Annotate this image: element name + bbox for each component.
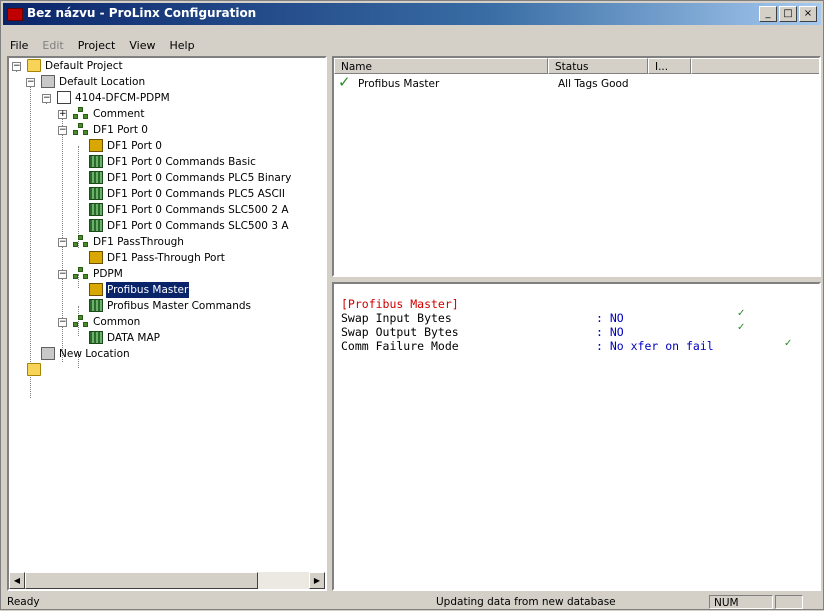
folder-icon xyxy=(27,363,41,376)
network-icon xyxy=(73,235,89,248)
collapse-icon[interactable]: − xyxy=(58,126,67,135)
window-controls: _ □ × xyxy=(759,6,817,22)
valid-check-icon: ✓ xyxy=(737,322,746,333)
menu-file[interactable]: File xyxy=(3,37,35,55)
status-panel xyxy=(775,595,803,609)
collapse-icon[interactable]: − xyxy=(58,238,67,247)
app-icon xyxy=(7,8,23,21)
title-bar[interactable]: Bez názvu - ProLinx Configuration _ □ × xyxy=(3,3,821,25)
tree-line xyxy=(30,82,31,398)
port-icon xyxy=(89,251,103,264)
scroll-right-icon[interactable]: ▶ xyxy=(309,572,325,589)
folder-icon xyxy=(27,59,41,72)
collapse-icon[interactable]: − xyxy=(26,78,35,87)
valid-check-icon: ✓ xyxy=(737,308,746,319)
grid-icon xyxy=(89,203,103,216)
tree-item-label: Default Location xyxy=(59,76,146,88)
list-header: Name Status I... xyxy=(334,58,819,74)
config-editor[interactable]: [Profibus Master] Swap Input Bytes : NO … xyxy=(332,282,821,591)
grid-icon xyxy=(89,331,103,344)
grid-icon xyxy=(89,155,103,168)
grid-icon xyxy=(89,187,103,200)
column-header-status[interactable]: Status xyxy=(548,58,648,74)
status-num: NUM xyxy=(709,595,773,609)
config-key: Swap Input Bytes xyxy=(341,311,452,325)
column-header-name[interactable]: Name xyxy=(334,58,548,74)
port-icon xyxy=(89,139,103,152)
menu-view[interactable]: View xyxy=(122,37,162,55)
column-header-filler xyxy=(691,58,819,74)
network-icon xyxy=(73,315,89,328)
collapse-icon[interactable]: − xyxy=(58,270,67,279)
status-list[interactable]: Name Status I... ✓ Profibus Master All T… xyxy=(332,56,821,277)
network-icon xyxy=(73,123,89,136)
config-key: Comm Failure Mode xyxy=(341,339,459,353)
tree-item-label: DF1 Port 0 Commands SLC500 2 A xyxy=(107,204,289,216)
folder-gear-icon xyxy=(41,75,55,88)
tree-item-label: Profibus Master xyxy=(104,281,191,299)
grid-icon xyxy=(89,219,103,232)
folder-gear-icon xyxy=(41,347,55,360)
minimize-button[interactable]: _ xyxy=(759,6,777,22)
collapse-icon[interactable]: − xyxy=(42,94,51,103)
tree-item-label: DF1 Port 0 Commands PLC5 Binary xyxy=(107,172,292,184)
row-status: All Tags Good xyxy=(558,78,629,90)
tree-item-label: DF1 Port 0 Commands PLC5 ASCII xyxy=(107,188,285,200)
app-window: Bez názvu - ProLinx Configuration _ □ × … xyxy=(0,0,824,610)
network-icon xyxy=(73,267,89,280)
menu-edit[interactable]: Edit xyxy=(35,37,70,55)
status-bar: Ready Updating data from new database NU… xyxy=(3,595,821,611)
tree-item-label: DF1 Port 0 xyxy=(107,140,162,152)
tree-item-label: DATA MAP xyxy=(107,332,160,344)
tree-item-label: DF1 PassThrough xyxy=(93,236,184,248)
tree-item-label: DF1 Port 0 Commands SLC500 3 A xyxy=(107,220,289,232)
menu-bar: File Edit Project View Help xyxy=(3,37,202,55)
module-icon xyxy=(57,91,71,104)
grid-icon xyxy=(89,171,103,184)
config-value[interactable]: : NO xyxy=(596,325,624,339)
tree-item-label: DF1 Pass-Through Port xyxy=(107,252,225,264)
window-title: Bez názvu - ProLinx Configuration xyxy=(27,6,257,20)
tree-horizontal-scrollbar[interactable]: ◀ ▶ xyxy=(9,572,325,589)
status-message: Updating data from new database xyxy=(436,596,616,608)
tree-item-label: New Location xyxy=(59,348,130,360)
tree-item-label: PDPM xyxy=(93,268,123,280)
project-tree[interactable]: − Default Project − Default Location − 4… xyxy=(7,56,327,591)
config-key: Swap Output Bytes xyxy=(341,325,459,339)
port-icon xyxy=(89,283,103,296)
tree-item-label: 4104-DFCM-PDPM xyxy=(75,92,170,104)
grid-icon xyxy=(89,299,103,312)
tree-item-label: DF1 Port 0 xyxy=(93,124,148,136)
tree-item-label: DF1 Port 0 Commands Basic xyxy=(107,156,256,168)
close-button[interactable]: × xyxy=(799,6,817,22)
list-row[interactable]: ✓ Profibus Master All Tags Good xyxy=(334,73,819,92)
scroll-left-icon[interactable]: ◀ xyxy=(9,572,25,589)
valid-check-icon: ✓ xyxy=(784,338,793,349)
collapse-icon[interactable]: − xyxy=(58,318,67,327)
row-name: Profibus Master xyxy=(358,78,440,90)
menu-help[interactable]: Help xyxy=(162,37,201,55)
tree-line xyxy=(78,146,79,248)
scroll-thumb[interactable] xyxy=(25,572,258,589)
tree-item-label: Profibus Master Commands xyxy=(107,300,252,312)
status-ready: Ready xyxy=(7,596,40,608)
menu-project[interactable]: Project xyxy=(71,37,123,55)
check-icon: ✓ xyxy=(338,73,351,91)
config-value[interactable]: : No xfer on fail xyxy=(596,339,714,353)
column-header-info[interactable]: I... xyxy=(648,58,691,74)
tree-item-label: Comment xyxy=(93,108,145,120)
config-value[interactable]: : NO xyxy=(596,311,624,325)
expand-icon[interactable]: + xyxy=(58,110,67,119)
network-icon xyxy=(73,107,89,120)
tree-item-label: Default Project xyxy=(45,60,123,72)
maximize-button[interactable]: □ xyxy=(779,6,797,22)
collapse-icon[interactable]: − xyxy=(12,62,21,71)
config-section-header: [Profibus Master] xyxy=(341,297,459,311)
tree-item-label: Common xyxy=(93,316,141,328)
